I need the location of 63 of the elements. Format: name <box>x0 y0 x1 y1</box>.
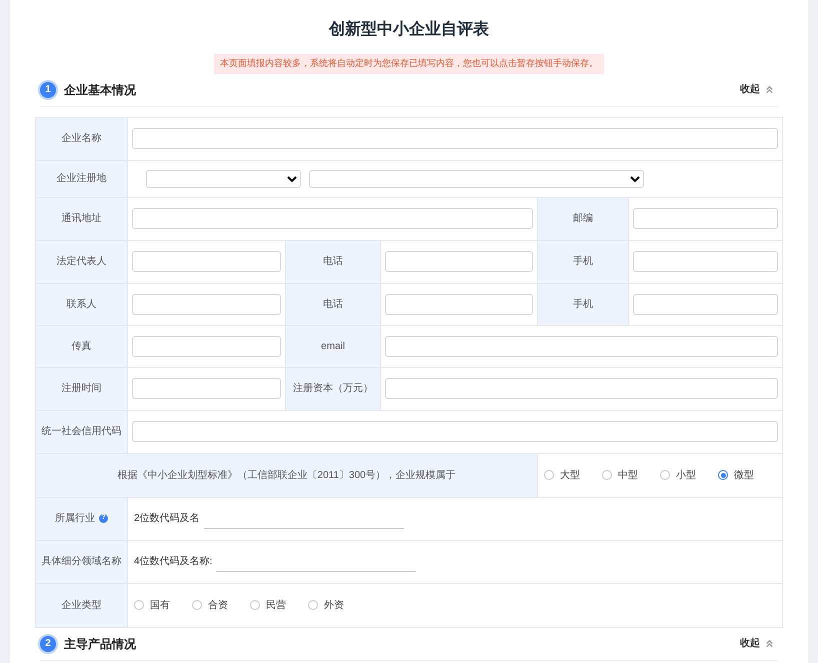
radio-option[interactable]: 外资 <box>308 598 344 612</box>
radio-option[interactable]: 大型 <box>544 468 580 482</box>
collapse-button[interactable]: 收起 <box>740 82 774 97</box>
input-field[interactable] <box>385 294 533 314</box>
field-label: 企业类型 <box>62 598 102 612</box>
radio-option[interactable]: 民营 <box>250 598 286 612</box>
input-field[interactable] <box>633 251 778 272</box>
step-number: 2 <box>40 636 56 652</box>
field-label: 统一社会信用代码 <box>42 424 122 439</box>
radio-button[interactable] <box>544 470 554 480</box>
input-field[interactable] <box>132 128 778 149</box>
field-label: 企业名称 <box>62 132 102 146</box>
radio-option[interactable]: 微型 <box>718 468 754 482</box>
field-label: 注册资本（万元） <box>293 382 373 396</box>
code-prefix: 2位数代码及名 <box>134 512 200 526</box>
field-label: 联系人 <box>66 298 96 312</box>
section-title: 主导产品情况 <box>64 636 136 652</box>
radio-option[interactable]: 中型 <box>602 468 638 482</box>
radio-button[interactable] <box>660 470 670 480</box>
input-field[interactable] <box>633 294 778 314</box>
radio-option[interactable]: 国有 <box>134 598 170 612</box>
field-label: 法定代表人 <box>56 254 106 269</box>
field-label: 手机 <box>573 254 593 269</box>
field-label: 电话 <box>323 254 343 269</box>
radio-button[interactable] <box>192 600 202 610</box>
input-field[interactable] <box>132 294 281 314</box>
input-field[interactable] <box>132 378 281 399</box>
collapse-button[interactable]: 收起 <box>740 636 774 651</box>
input-field[interactable] <box>385 336 778 356</box>
input-field[interactable] <box>132 251 281 272</box>
radio-option[interactable]: 合资 <box>192 598 228 612</box>
step-number: 1 <box>40 82 56 98</box>
field-label: 企业注册地 <box>56 172 106 186</box>
input-field[interactable] <box>132 336 281 356</box>
input-field[interactable] <box>132 208 533 229</box>
field-label: email <box>321 340 345 354</box>
field-label: 所属行业 <box>55 512 95 526</box>
field-label: 通讯地址 <box>62 212 102 226</box>
field-label: 具体细分领域名称 <box>42 554 122 569</box>
radio-button[interactable] <box>134 600 144 610</box>
field-label: 注册时间 <box>62 382 102 396</box>
field-label: 传真 <box>72 340 92 354</box>
input-field[interactable] <box>385 378 778 399</box>
chevron-up-icon <box>765 85 774 94</box>
input-field[interactable] <box>633 208 778 229</box>
chevron-up-icon <box>765 639 774 648</box>
dropdown[interactable] <box>309 170 644 188</box>
radio-option[interactable]: 小型 <box>660 468 696 482</box>
input-field[interactable] <box>385 251 533 272</box>
field-label: 电话 <box>323 298 343 312</box>
radio-button[interactable] <box>718 470 728 480</box>
radio-button[interactable] <box>602 470 612 480</box>
field-label: 邮编 <box>573 212 593 226</box>
page-title: 创新型中小企业自评表 <box>328 19 490 40</box>
code-prefix: 4位数代码及名称: <box>134 555 212 569</box>
field-label: 手机 <box>573 298 593 312</box>
radio-button[interactable] <box>250 600 260 610</box>
section-title: 企业基本情况 <box>64 82 136 98</box>
field-label: 根据《中小企业划型标准》（工信部联企业〔2011〕300号），企业规模属于 <box>117 468 456 482</box>
radio-button[interactable] <box>308 600 318 610</box>
input-field[interactable] <box>132 421 778 442</box>
dropdown[interactable] <box>146 170 301 188</box>
notice-banner: 本页面填报内容较多，系统将自动定时为您保存已填写内容，您也可以点击暂存按钮手动保存。 <box>214 54 604 74</box>
